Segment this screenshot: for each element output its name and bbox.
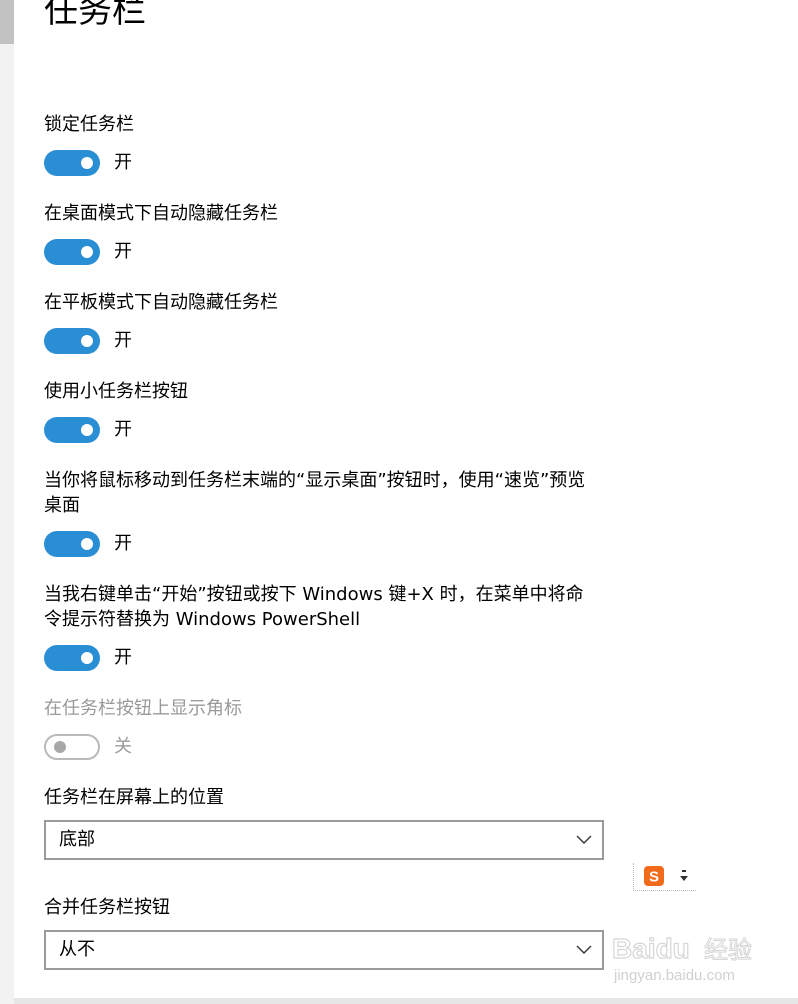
toggle-autohide-tablet[interactable] [44,328,100,354]
setting-label-small-buttons: 使用小任务栏按钮 [44,381,188,402]
baidu-watermark: Baidu 经验 jingyan.baidu.com [612,932,753,984]
position-label: 任务栏在屏幕上的位置 [44,787,224,808]
toggle-knob [81,424,93,436]
caret-down-icon[interactable] [680,869,688,883]
combine-dropdown-value: 从不 [59,939,95,960]
setting-label-autohide-tablet: 在平板模式下自动隐藏任务栏 [44,292,278,313]
setting-label-peek: 当你将鼠标移动到任务栏末端的“显示桌面”按钮时，使用“速览”预览桌面 [44,470,586,516]
toggle-autohide-desktop[interactable] [44,239,100,265]
combine-dropdown[interactable]: 从不 [44,930,604,970]
setting-label-powershell: 当我右键单击“开始”按钮或按下 Windows 键+X 时，在菜单中将命令提示符… [44,584,584,630]
toggle-state-autohide-desktop: 开 [114,241,132,262]
toggle-state-badges: 关 [114,736,132,757]
toggle-state-lock-taskbar: 开 [114,152,132,173]
left-scroll-track[interactable] [0,0,14,1004]
setting-label-badges: 在任务栏按钮上显示角标 [44,698,242,719]
toggle-state-peek: 开 [114,533,132,554]
toggle-peek[interactable] [44,531,100,557]
ime-toolbar[interactable]: S [633,863,696,891]
toggle-small-buttons[interactable] [44,417,100,443]
setting-label-autohide-desktop: 在桌面模式下自动隐藏任务栏 [44,203,278,224]
chevron-down-icon [576,945,592,954]
toggle-knob [81,335,93,347]
toggle-state-small-buttons: 开 [114,419,132,440]
toggle-lock-taskbar[interactable] [44,150,100,176]
sogou-ime-icon[interactable]: S [643,865,665,887]
toggle-state-autohide-tablet: 开 [114,330,132,351]
position-dropdown-value: 底部 [59,829,95,850]
toggle-powershell[interactable] [44,645,100,671]
toggle-knob [81,157,93,169]
combine-label: 合并任务栏按钮 [44,897,170,918]
position-dropdown[interactable]: 底部 [44,820,604,860]
watermark-url: jingyan.baidu.com [613,967,735,984]
chevron-down-icon [576,835,592,844]
page-title: 任务栏 [44,0,146,31]
toggle-knob [81,538,93,550]
toggle-badges [44,734,100,760]
ime-logo-letter: S [649,869,659,886]
toggle-knob [81,652,93,664]
toggle-knob [54,741,66,753]
bottom-edge [14,998,798,1004]
setting-label-lock-taskbar: 锁定任务栏 [44,114,134,135]
watermark-cn: 经验 [704,936,752,964]
toggle-state-powershell: 开 [114,647,132,668]
toggle-knob [81,246,93,258]
watermark-brand: Baidu [612,933,690,964]
scroll-thumb[interactable] [0,0,14,44]
